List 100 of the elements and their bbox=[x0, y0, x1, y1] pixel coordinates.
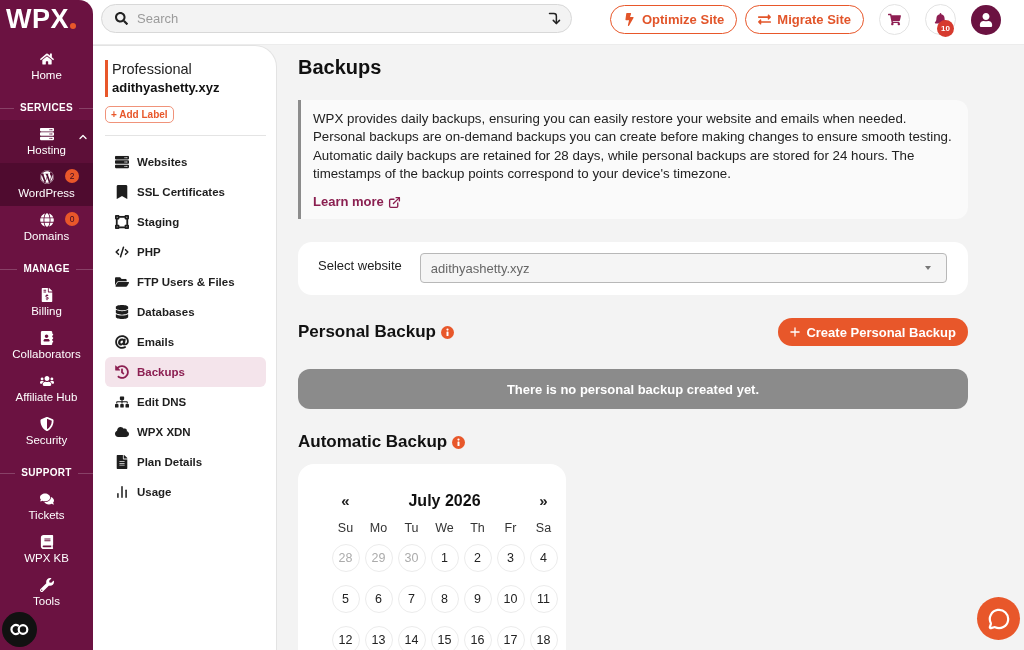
calendar-day[interactable]: 15 bbox=[430, 626, 459, 650]
calendar-day[interactable]: 8 bbox=[430, 585, 459, 614]
search-icon bbox=[115, 12, 128, 25]
cart-icon bbox=[888, 13, 901, 26]
calendar-day[interactable]: 1 bbox=[430, 544, 459, 573]
calendar-day[interactable]: 7 bbox=[397, 585, 426, 614]
count-badge: 2 bbox=[65, 169, 79, 183]
folder-icon bbox=[115, 275, 129, 289]
chat-bubble-icon bbox=[987, 607, 1010, 630]
empty-state-banner: There is no personal backup created yet. bbox=[298, 369, 968, 410]
at-sign-icon bbox=[115, 335, 129, 349]
swap-arrows-icon bbox=[758, 13, 772, 26]
weekday-label: Fr bbox=[504, 520, 517, 537]
site-nav-item[interactable]: PHP bbox=[105, 237, 266, 267]
search-input[interactable]: Search bbox=[137, 8, 538, 29]
weekday-label: Sa bbox=[535, 520, 552, 537]
site-nav-item[interactable]: Emails bbox=[105, 327, 266, 357]
external-link-icon bbox=[387, 195, 401, 209]
plus-icon bbox=[788, 325, 803, 340]
action-button[interactable]: Optimize Site bbox=[609, 5, 738, 34]
shield-icon bbox=[39, 417, 54, 431]
calendar-day[interactable]: 18 bbox=[529, 626, 558, 650]
add-label-button[interactable]: + Add Label bbox=[105, 106, 174, 123]
database-icon bbox=[115, 305, 129, 319]
site-nav-item[interactable]: WPX XDN bbox=[105, 417, 266, 447]
calendar-day[interactable]: 10 bbox=[496, 585, 525, 614]
count-badge: 10 bbox=[937, 20, 954, 37]
calendar-day[interactable]: 5 bbox=[331, 585, 360, 614]
users-icon bbox=[39, 374, 54, 388]
cart-button[interactable] bbox=[879, 4, 910, 35]
learn-more-link[interactable]: Learn more bbox=[313, 193, 401, 212]
calendar-day[interactable]: 14 bbox=[397, 626, 426, 650]
prev-month-button[interactable]: « bbox=[329, 491, 362, 512]
chat-bubbles-icon bbox=[39, 492, 54, 506]
code-icon bbox=[115, 245, 129, 259]
wordpress-icon bbox=[39, 170, 54, 184]
info-icon bbox=[452, 435, 466, 449]
user-icon bbox=[979, 12, 993, 27]
book-icon bbox=[39, 535, 54, 549]
field-label: Select website bbox=[318, 257, 402, 275]
server-icon bbox=[115, 155, 129, 169]
site-nav-item[interactable]: Usage bbox=[105, 477, 266, 507]
section-heading: MANAGE bbox=[23, 263, 70, 275]
calendar-day[interactable]: 6 bbox=[364, 585, 393, 614]
loop-logo-icon[interactable] bbox=[2, 612, 37, 647]
calendar-day[interactable]: 9 bbox=[463, 585, 492, 614]
notice-text: WPX provides daily backups, ensuring you can easily restore your website and emails when needed. Personal backups are on-demand backups you can create before making changes to ensure smooth testing. Automatic daily backups are retained for 28 days, while personal backups are stored for 24 hours. The timestamps of the backup points correspond to your device's timezone. bbox=[313, 110, 953, 183]
globe-icon bbox=[39, 213, 54, 227]
site-nav-item[interactable]: Staging bbox=[105, 207, 266, 237]
section-heading: SUPPORT bbox=[21, 467, 72, 479]
plan-name: Professional bbox=[112, 60, 193, 79]
server-icon bbox=[39, 127, 54, 141]
calendar-day[interactable]: 11 bbox=[529, 585, 558, 614]
calendar-day[interactable]: 2 bbox=[463, 544, 492, 573]
corner-down-arrow-icon bbox=[547, 11, 562, 26]
site-nav-item[interactable]: FTP Users & Files bbox=[105, 267, 266, 297]
weekday-label: We bbox=[435, 520, 454, 537]
home-icon bbox=[39, 52, 54, 66]
logo-text: WPX bbox=[6, 7, 69, 31]
website-select[interactable]: adithyashetty.xyz bbox=[419, 253, 947, 284]
month-title: July 2026 bbox=[408, 491, 481, 512]
site-nav-item[interactable]: Databases bbox=[105, 297, 266, 327]
weekday-label: Mo bbox=[369, 520, 388, 537]
weekday-label: Tu bbox=[404, 520, 419, 537]
calendar-day[interactable]: 4 bbox=[529, 544, 558, 573]
site-nav-item[interactable]: SSL Certificates bbox=[105, 177, 266, 207]
logo-dot-icon bbox=[70, 23, 76, 29]
weekday-label: Th bbox=[470, 520, 485, 537]
caret-down-icon bbox=[925, 266, 931, 271]
bookmark-icon bbox=[115, 185, 129, 199]
sidebar-item[interactable]: WordPress 2 bbox=[0, 163, 93, 206]
invoice-icon bbox=[39, 288, 54, 302]
search-field[interactable]: Search bbox=[101, 4, 572, 33]
calendar-day[interactable]: 17 bbox=[496, 626, 525, 650]
site-domain: adithyashetty.xyz bbox=[112, 78, 221, 97]
notifications-button[interactable]: 10 bbox=[925, 4, 956, 35]
count-badge: 0 bbox=[65, 212, 79, 226]
calendar-day[interactable]: 16 bbox=[463, 626, 492, 650]
site-nav-item[interactable]: Plan Details bbox=[105, 447, 266, 477]
calendar-day[interactable]: 13 bbox=[364, 626, 393, 650]
address-book-icon bbox=[39, 331, 54, 345]
section-heading: SERVICES bbox=[20, 102, 73, 114]
calendar-day[interactable]: 3 bbox=[496, 544, 525, 573]
info-icon bbox=[440, 325, 454, 339]
site-nav-item[interactable]: Websites bbox=[105, 147, 266, 177]
calendar-day[interactable]: 12 bbox=[331, 626, 360, 650]
frame-icon bbox=[115, 215, 129, 229]
history-icon bbox=[115, 365, 129, 379]
create-backup-button[interactable]: Create Personal Backup bbox=[778, 318, 968, 347]
bar-chart-icon bbox=[115, 485, 129, 499]
sitemap-icon bbox=[115, 395, 129, 409]
site-nav-item[interactable]: Edit DNS bbox=[105, 387, 266, 417]
sidebar-item[interactable]: Hosting bbox=[0, 120, 93, 163]
bolt-icon bbox=[622, 13, 636, 26]
profile-button[interactable] bbox=[971, 4, 1001, 35]
site-nav-item[interactable]: Backups bbox=[105, 357, 266, 387]
action-button[interactable]: Migrate Site bbox=[745, 5, 864, 34]
section-heading: Personal Backup bbox=[298, 322, 436, 343]
page-title: Backups bbox=[298, 55, 383, 79]
next-month-button[interactable]: » bbox=[527, 491, 560, 512]
